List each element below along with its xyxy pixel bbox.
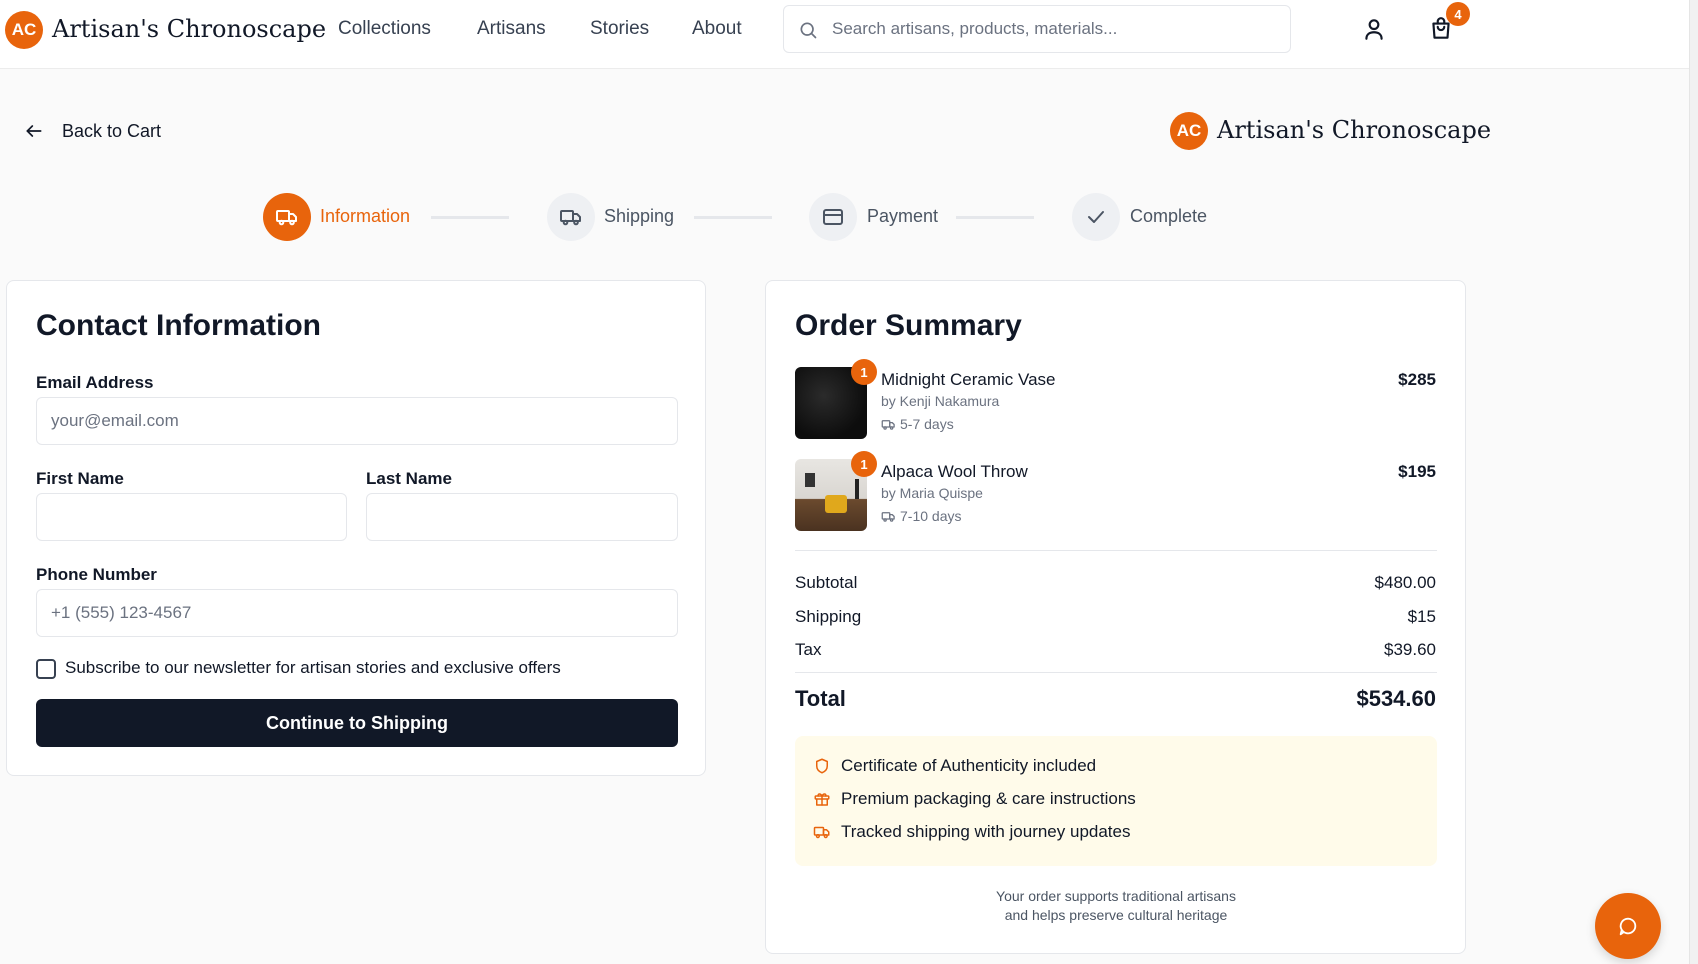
item-artisan: by Maria Quispe bbox=[881, 485, 983, 501]
nav-link-stories[interactable]: Stories bbox=[590, 18, 649, 40]
shield-icon bbox=[816, 758, 828, 774]
perk-item: Premium packaging & care instructions bbox=[813, 789, 1136, 809]
chat-button[interactable] bbox=[1595, 893, 1661, 959]
support-line-1: Your order supports traditional artisans bbox=[996, 888, 1236, 904]
nav-link-artisans[interactable]: Artisans bbox=[477, 18, 546, 40]
step-information-circle bbox=[263, 193, 311, 241]
step-complete-label: Complete bbox=[1130, 206, 1208, 226]
perk-item: Certificate of Authenticity included bbox=[813, 756, 1096, 776]
phone-label: Phone Number bbox=[36, 565, 157, 584]
item-delivery-eta: 5-7 days bbox=[881, 416, 954, 432]
top-navigation-bar: AC Artisan's Chronoscape Collections Art… bbox=[0, 0, 1698, 69]
newsletter-checkbox[interactable] bbox=[36, 659, 56, 679]
total-label: Total bbox=[795, 686, 846, 711]
order-summary-card: Order Summary 1 Midnight Ceramic Vase by… bbox=[765, 280, 1466, 954]
step-connector bbox=[694, 216, 772, 219]
total-value: $534.60 bbox=[1356, 686, 1436, 711]
item-quantity-badge: 1 bbox=[851, 451, 877, 477]
check-icon bbox=[1088, 211, 1104, 223]
cart-count-badge: 4 bbox=[1446, 2, 1470, 26]
step-connector bbox=[431, 216, 509, 219]
summary-divider bbox=[795, 550, 1437, 551]
search-box bbox=[783, 5, 1291, 53]
first-name-label: First Name bbox=[36, 469, 124, 488]
item-eta-text: 7-10 days bbox=[900, 508, 962, 524]
first-name-field[interactable] bbox=[36, 493, 347, 541]
item-name: Alpaca Wool Throw bbox=[881, 462, 1028, 481]
subtotal-label: Subtotal bbox=[795, 573, 858, 592]
summary-divider bbox=[795, 672, 1437, 673]
step-payment-label: Payment bbox=[867, 206, 939, 226]
order-summary-title: Order Summary bbox=[795, 309, 1022, 342]
user-icon[interactable] bbox=[1361, 16, 1387, 42]
search-input[interactable] bbox=[832, 6, 1282, 52]
perk-item: Tracked shipping with journey updates bbox=[813, 822, 1130, 842]
truck-icon bbox=[276, 210, 297, 226]
gift-icon bbox=[814, 793, 830, 806]
item-price: $285 bbox=[1398, 370, 1436, 389]
newsletter-label[interactable]: Subscribe to our newsletter for artisan … bbox=[65, 658, 561, 678]
item-eta-text: 5-7 days bbox=[900, 416, 954, 432]
search-icon bbox=[800, 22, 817, 39]
contact-title: Contact Information bbox=[36, 309, 321, 342]
perk-text: Tracked shipping with journey updates bbox=[841, 822, 1131, 841]
perk-text: Premium packaging & care instructions bbox=[841, 789, 1136, 808]
nav-link-about[interactable]: About bbox=[692, 18, 742, 40]
step-payment-circle bbox=[809, 193, 857, 241]
item-delivery-eta: 7-10 days bbox=[881, 508, 961, 524]
checkout-brand-badge: AC bbox=[1170, 112, 1208, 150]
email-field[interactable] bbox=[36, 397, 678, 445]
checkout-brand-name: Artisan's Chronoscape bbox=[1217, 116, 1492, 144]
last-name-field[interactable] bbox=[366, 493, 678, 541]
artisan-support-note: Your order supports traditional artisans… bbox=[795, 887, 1437, 925]
arrow-left-icon bbox=[26, 125, 42, 137]
email-label: Email Address bbox=[36, 373, 154, 392]
truck-icon bbox=[881, 511, 895, 522]
truck-icon bbox=[560, 210, 581, 226]
support-line-2: and helps preserve cultural heritage bbox=[1004, 907, 1228, 923]
item-price: $195 bbox=[1398, 462, 1436, 481]
last-name-label: Last Name bbox=[366, 469, 452, 488]
order-perks-box: Certificate of Authenticity included Pre… bbox=[795, 736, 1437, 866]
tax-label: Tax bbox=[795, 640, 822, 659]
step-shipping-circle bbox=[547, 193, 595, 241]
brand-name[interactable]: Artisan's Chronoscape bbox=[52, 15, 326, 43]
contact-information-card: Contact Information Email Address First … bbox=[6, 280, 706, 776]
step-information-label: Information bbox=[320, 206, 411, 226]
chat-bubble-icon bbox=[1619, 917, 1637, 936]
perk-text: Certificate of Authenticity included bbox=[841, 756, 1097, 775]
item-quantity-badge: 1 bbox=[851, 359, 877, 385]
page-scrollbar[interactable] bbox=[1689, 0, 1698, 964]
brand-logo-badge[interactable]: AC bbox=[5, 11, 43, 49]
tax-value: $39.60 bbox=[1384, 640, 1436, 659]
subtotal-value: $480.00 bbox=[1374, 573, 1436, 592]
truck-icon bbox=[813, 826, 830, 839]
item-artisan: by Kenji Nakamura bbox=[881, 393, 1000, 409]
step-shipping-label: Shipping bbox=[604, 206, 675, 226]
back-to-cart-link[interactable]: Back to Cart bbox=[24, 118, 161, 144]
shipping-value: $15 bbox=[1407, 607, 1436, 626]
shipping-label: Shipping bbox=[795, 607, 862, 626]
continue-to-shipping-button[interactable]: Continue to Shipping bbox=[36, 699, 678, 747]
back-to-cart-label: Back to Cart bbox=[62, 120, 162, 141]
item-name: Midnight Ceramic Vase bbox=[881, 370, 1056, 389]
truck-icon bbox=[881, 419, 895, 430]
step-complete-circle bbox=[1072, 193, 1120, 241]
credit-card-icon bbox=[823, 209, 843, 225]
step-connector bbox=[956, 216, 1034, 219]
phone-field[interactable] bbox=[36, 589, 678, 637]
nav-link-collections[interactable]: Collections bbox=[338, 18, 431, 40]
